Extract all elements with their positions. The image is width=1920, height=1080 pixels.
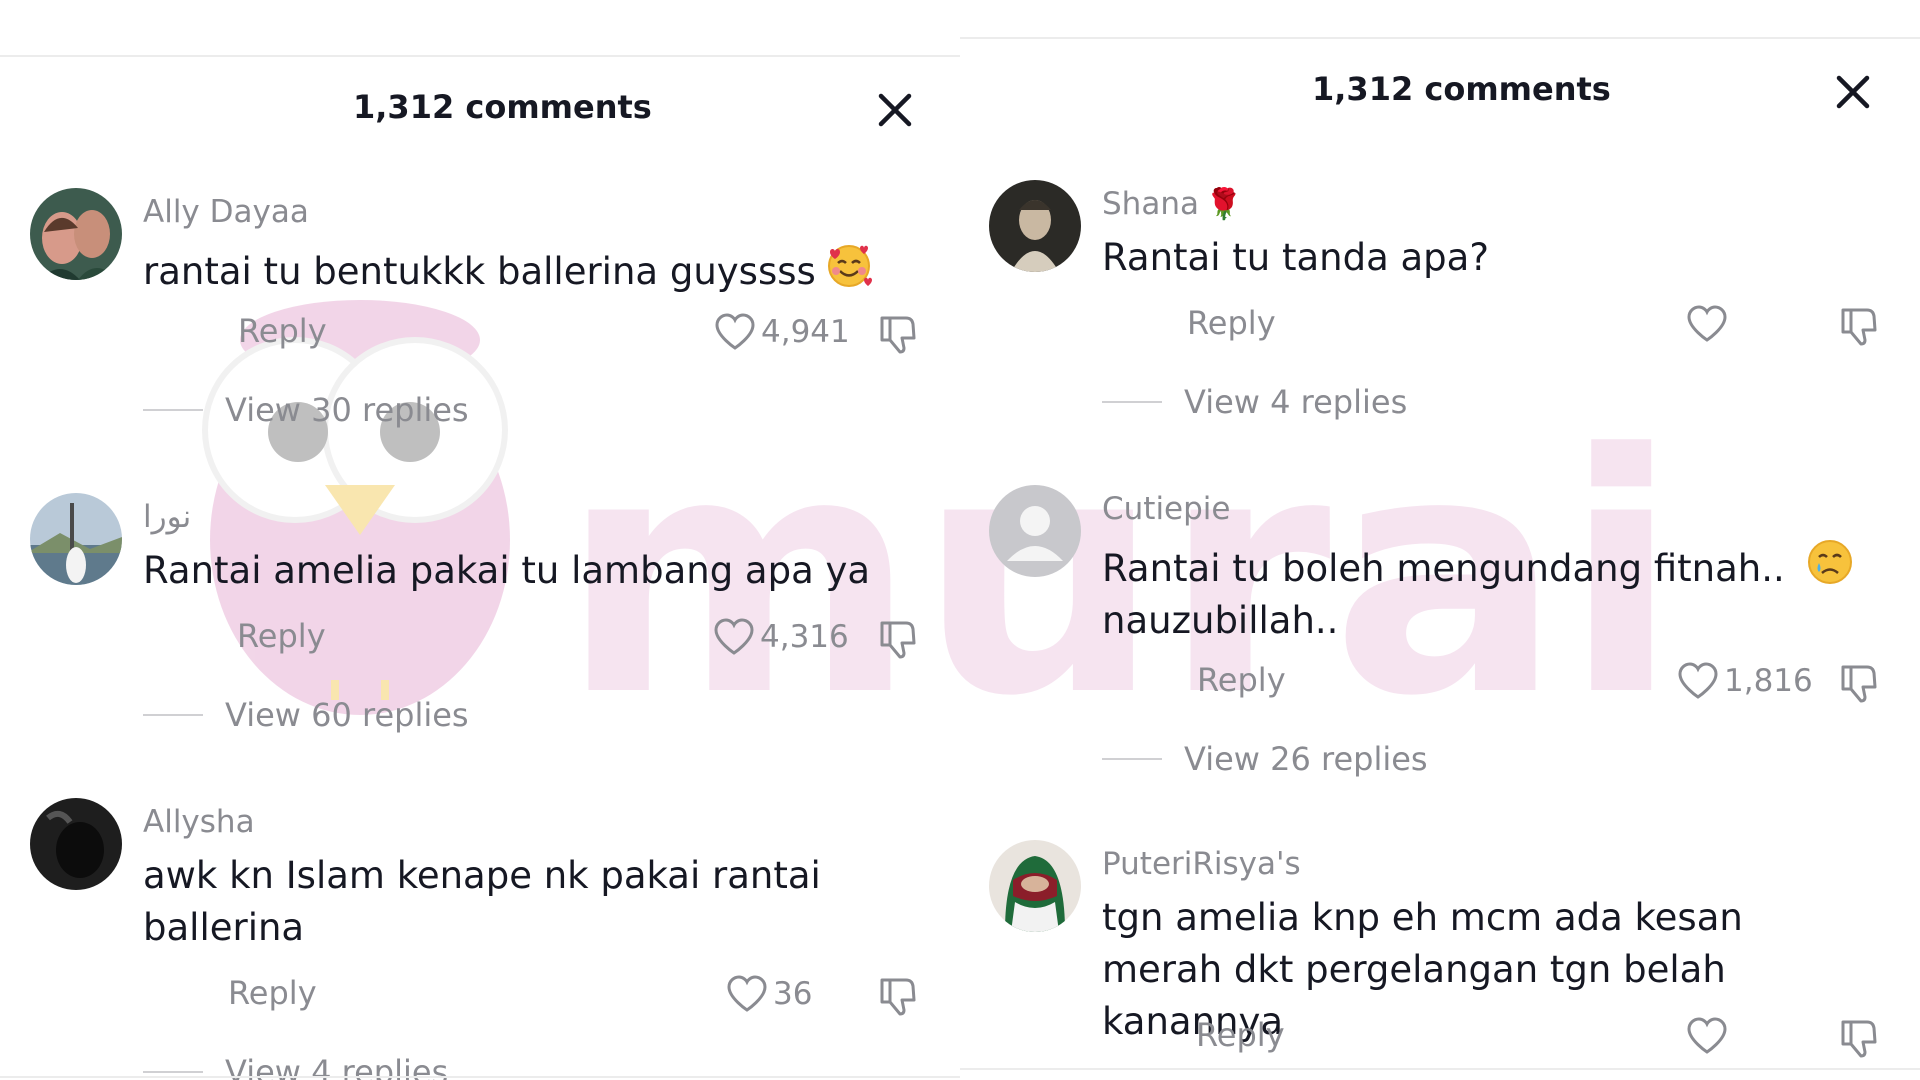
bottom-divider [960, 1068, 1920, 1070]
dislike-icon[interactable] [876, 617, 920, 661]
comment-username[interactable]: Ally Dayaa [143, 194, 309, 230]
comments-count-title: 1,312 comments [1312, 70, 1611, 108]
reply-button[interactable]: Reply [238, 312, 327, 350]
close-icon[interactable] [875, 90, 915, 130]
like-button[interactable] [1685, 1016, 1733, 1056]
view-replies-line [143, 1071, 203, 1073]
like-button[interactable] [1685, 304, 1733, 344]
comment-text: rantai tu bentukkk ballerina guyssss [143, 240, 923, 298]
heart-icon [1678, 662, 1718, 699]
avatar[interactable] [30, 493, 122, 585]
reply-button[interactable]: Reply [237, 617, 326, 655]
dislike-icon[interactable] [876, 312, 920, 356]
view-replies-button[interactable]: View 4 replies [1102, 383, 1407, 421]
like-button[interactable]: 36 [725, 974, 812, 1014]
comment-text-line1: Rantai tu boleh mengundang fitnah.. [1102, 547, 1785, 590]
view-replies-button[interactable]: View 26 replies [1102, 740, 1428, 778]
comment-text: awk kn Islam kenape nk pakai rantai ball… [143, 854, 821, 949]
view-replies-button[interactable]: View 60 replies [143, 696, 469, 734]
avatar[interactable] [989, 485, 1081, 577]
heart-icon [714, 618, 754, 655]
comment-text: Rantai tu boleh mengundang fitnah.. nauz… [1102, 537, 1882, 647]
view-replies-line [1102, 758, 1162, 760]
reply-button[interactable]: Reply [1187, 304, 1276, 342]
bottom-divider [0, 1076, 960, 1078]
view-replies-label: View 4 replies [1184, 383, 1408, 421]
dislike-icon[interactable] [1837, 304, 1881, 348]
rose-emoji: 🌹 [1204, 187, 1243, 222]
view-replies-button[interactable]: View 30 replies [143, 391, 469, 429]
comment-username[interactable]: نورا [143, 499, 191, 535]
avatar[interactable] [30, 188, 122, 280]
view-replies-label: View 30 replies [225, 391, 469, 429]
comment-username[interactable]: Allysha [143, 804, 255, 840]
comment-username[interactable]: Shana 🌹 [1102, 186, 1242, 222]
view-replies-line [1102, 401, 1162, 403]
right-comments-panel: 1,312 comments Shana 🌹 Rantai tu tanda ap… [960, 0, 1920, 1080]
heart-icon [727, 975, 767, 1012]
like-count: 4,316 [760, 619, 849, 655]
like-button[interactable]: 4,941 [713, 312, 850, 352]
dislike-icon[interactable] [876, 974, 920, 1018]
dislike-icon[interactable] [1837, 1016, 1881, 1060]
heart-icon [715, 313, 755, 350]
like-count: 36 [773, 976, 813, 1012]
smiling-face-with-hearts-emoji [827, 245, 872, 287]
comment-username[interactable]: Cutiepie [1102, 491, 1231, 527]
avatar[interactable] [30, 798, 122, 890]
heart-icon [1687, 305, 1727, 342]
view-replies-line [143, 409, 203, 411]
like-button[interactable]: 4,316 [712, 617, 849, 657]
view-replies-label: View 60 replies [225, 696, 469, 734]
comment-text: Rantai tu tanda apa? [1102, 236, 1489, 279]
top-divider [0, 55, 960, 57]
like-count: 1,816 [1724, 663, 1813, 699]
close-icon[interactable] [1833, 72, 1873, 112]
avatar[interactable] [989, 180, 1081, 272]
like-button[interactable]: 1,816 [1676, 661, 1813, 701]
comment-username[interactable]: PuteriRisya's [1102, 846, 1301, 882]
avatar[interactable] [989, 840, 1081, 932]
comment-text-body: rantai tu bentukkk ballerina guyssss [143, 250, 816, 293]
reply-button[interactable]: Reply [228, 974, 317, 1012]
comment-text-line2: nauzubillah.. [1102, 599, 1339, 642]
reply-button[interactable]: Reply [1197, 661, 1286, 699]
heart-icon [1687, 1017, 1727, 1054]
crying-face-emoji [1807, 540, 1852, 584]
dislike-icon[interactable] [1837, 661, 1881, 705]
username-label: Shana [1102, 186, 1199, 222]
comments-count-title: 1,312 comments [353, 88, 652, 126]
left-comments-panel: 1,312 comments Ally Dayaa rantai tu bent… [0, 0, 960, 1080]
top-divider [960, 37, 1920, 39]
comment-text: Rantai amelia pakai tu lambang apa ya [143, 549, 871, 592]
reply-button[interactable]: Reply [1196, 1016, 1285, 1054]
like-count: 4,941 [761, 314, 850, 350]
view-replies-label: View 26 replies [1184, 740, 1428, 778]
view-replies-line [143, 714, 203, 716]
